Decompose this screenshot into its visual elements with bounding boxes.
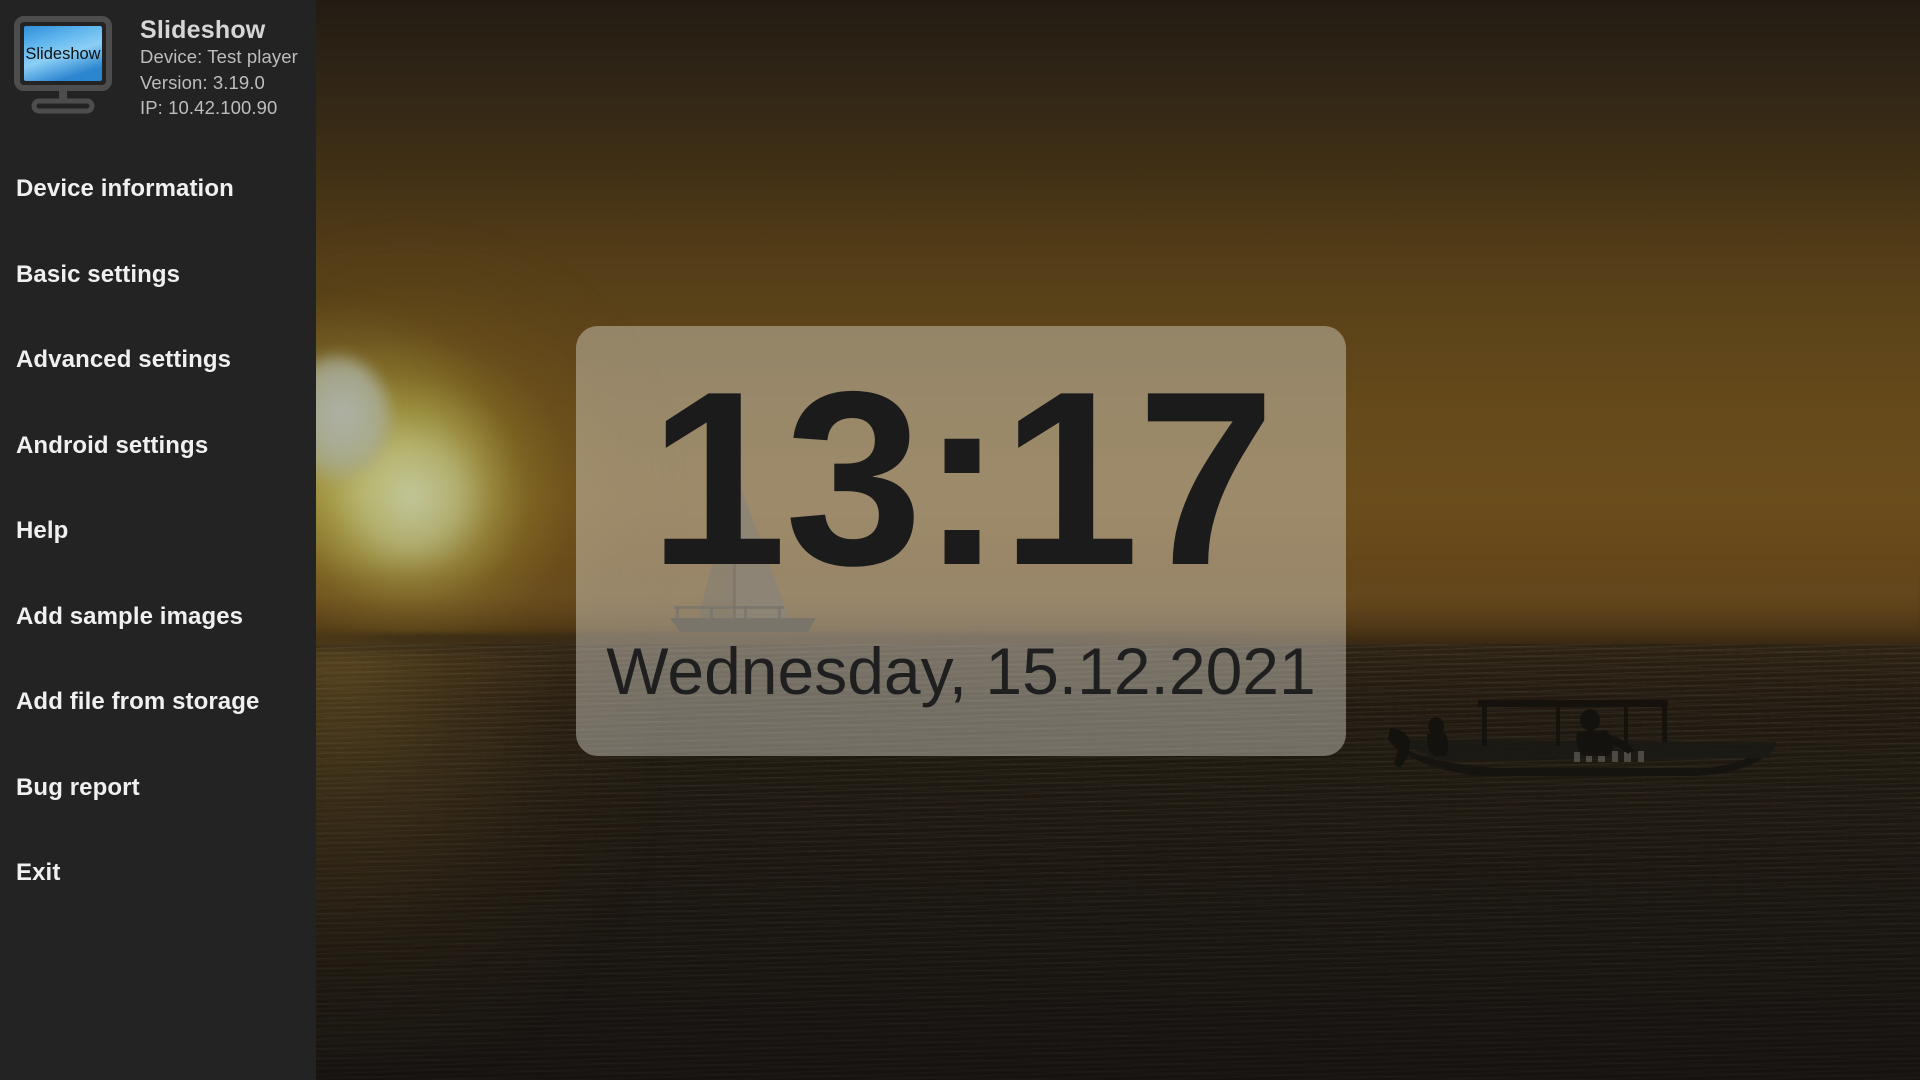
svg-text:Slideshow: Slideshow [25, 45, 100, 63]
version-line: Version: 3.19.0 [140, 71, 265, 93]
main-menu: Device information Basic settings Advanc… [0, 130, 316, 916]
menu-item-advanced-settings[interactable]: Advanced settings [0, 317, 316, 403]
app-meta: Slideshow Device: Test player Version: 3… [140, 14, 298, 121]
menu-item-add-file-from-storage[interactable]: Add file from storage [0, 659, 316, 745]
menu-item-help[interactable]: Help [0, 488, 316, 574]
menu-item-exit[interactable]: Exit [0, 830, 316, 916]
menu-item-basic-settings[interactable]: Basic settings [0, 232, 316, 318]
menu-item-add-sample-images[interactable]: Add sample images [0, 574, 316, 660]
ip-line: IP: 10.42.100.90 [140, 97, 278, 119]
menu-item-device-information[interactable]: Device information [0, 146, 316, 232]
clock-time: 13:17 [648, 339, 1275, 617]
menu-item-bug-report[interactable]: Bug report [0, 745, 316, 831]
motorboat-silhouette [1378, 698, 1798, 848]
app-header: Slideshow Slideshow Device: Test player … [0, 0, 316, 130]
device-line: Device: Test player [140, 46, 298, 67]
app-title: Slideshow [140, 16, 266, 44]
menu-item-android-settings[interactable]: Android settings [0, 403, 316, 489]
sidebar: Slideshow Slideshow Device: Test player … [0, 0, 316, 1080]
monitor-slideshow-icon: Slideshow [12, 14, 120, 118]
slideshow-screen: 13:17 Wednesday, 15.12.2021 Slideshow Sl… [0, 0, 1920, 1080]
clock-overlay-panel: 13:17 Wednesday, 15.12.2021 [576, 326, 1346, 756]
clock-date: Wednesday, 15.12.2021 [606, 634, 1316, 708]
